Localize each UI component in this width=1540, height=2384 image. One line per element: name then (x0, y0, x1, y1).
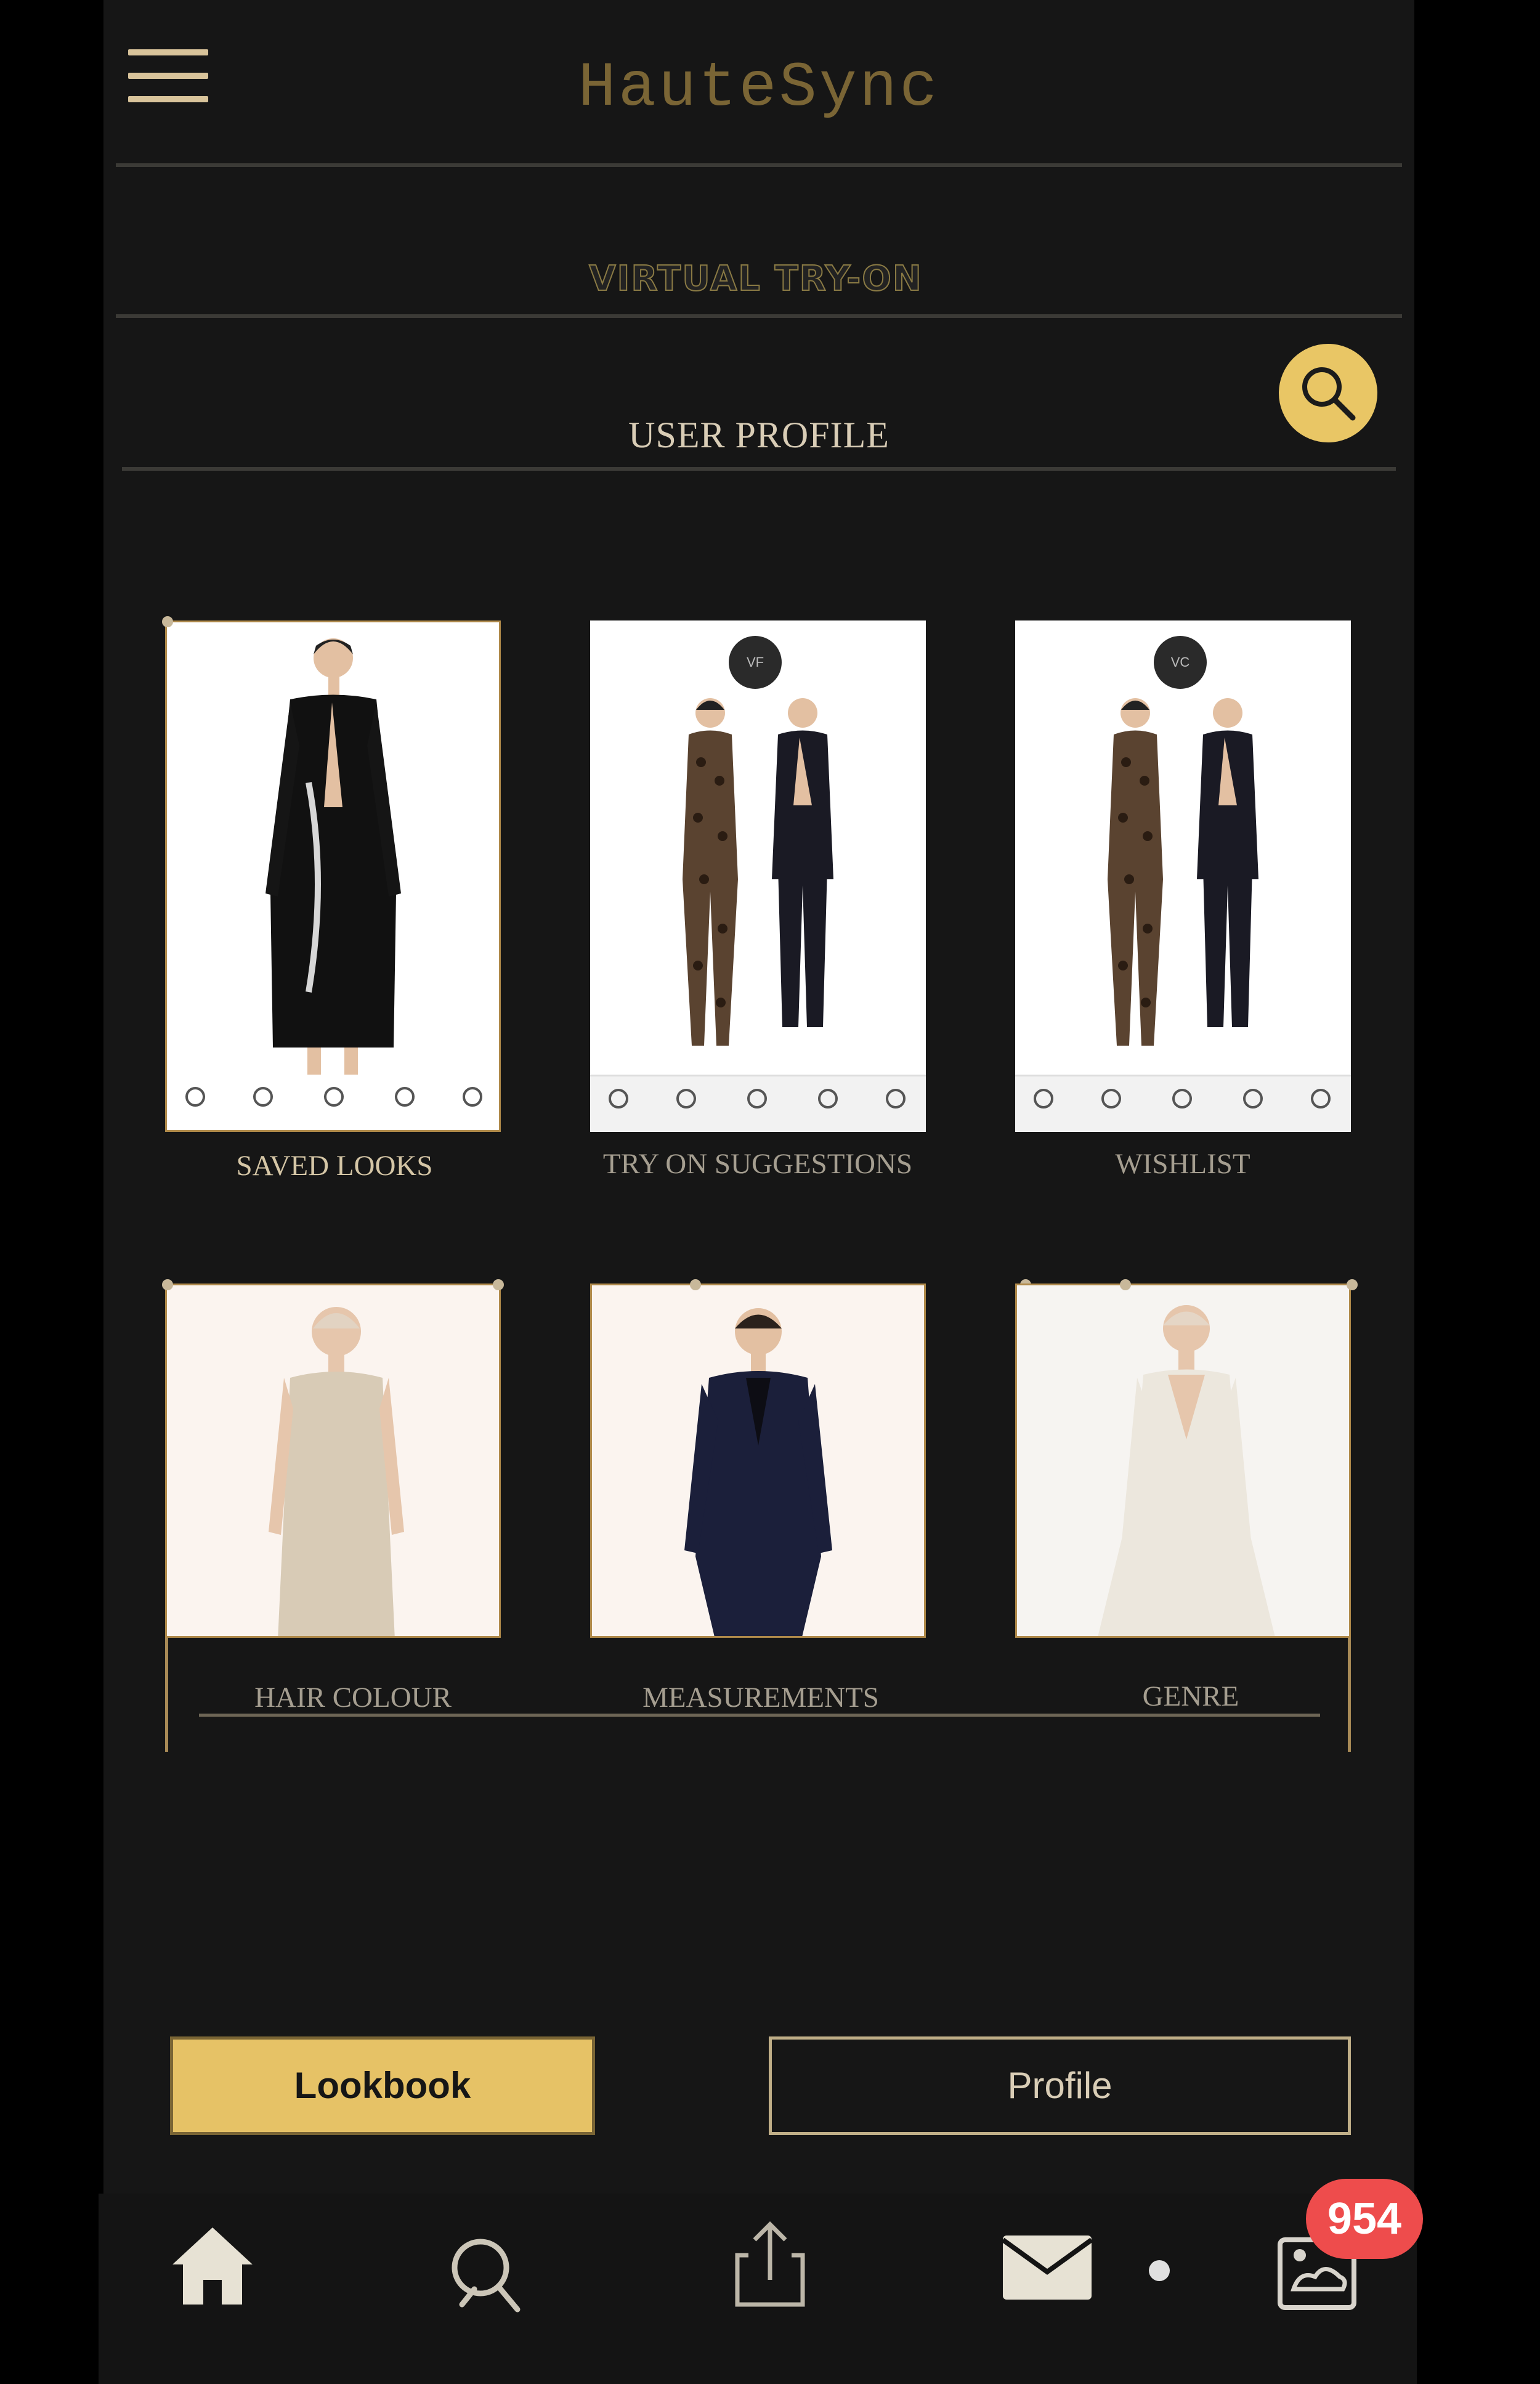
profile-button[interactable]: Profile (769, 2036, 1351, 2135)
notification-badge: 954 (1306, 2179, 1423, 2259)
model-image (269, 1307, 404, 1636)
saved-looks-card[interactable] (165, 620, 501, 1132)
bottom-tab-bar (99, 2194, 1417, 2384)
divider (116, 314, 1402, 318)
search-icon[interactable] (444, 2231, 530, 2320)
thumbnail-nav (167, 1075, 499, 1130)
corner-dot (162, 616, 173, 627)
page-dot (1149, 2260, 1170, 2281)
corner-dot (1347, 1279, 1358, 1290)
corner-dot (690, 1279, 701, 1290)
corner-dot (1120, 1279, 1131, 1290)
share-icon[interactable] (730, 2218, 810, 2314)
app-title: HauteSync (578, 52, 940, 124)
home-icon[interactable] (169, 2224, 256, 2311)
app-screen: HauteSync VIRTUAL TRY-ON USER PROFILE SA… (103, 0, 1414, 2384)
thumbnail-nav (1015, 1075, 1351, 1132)
divider (116, 163, 1402, 167)
measurements-label: MEASUREMENTS (642, 1682, 879, 1714)
corner-dot (493, 1279, 504, 1290)
model-image (683, 698, 833, 1046)
corner-dot (162, 1279, 173, 1290)
hair-colour-label: HAIR COLOUR (254, 1682, 452, 1714)
model-image (684, 1308, 832, 1636)
virtual-try-on-title[interactable]: VIRTUAL TRY-ON (103, 258, 1408, 299)
thumbnail-nav (590, 1075, 926, 1132)
wishlist-label: WISHLIST (1115, 1148, 1250, 1180)
genre-label: GENRE (1142, 1680, 1239, 1712)
model-image (265, 638, 401, 1121)
measurements-card[interactable] (590, 1284, 926, 1638)
user-profile-title: USER PROFILE (628, 415, 890, 455)
divider (122, 467, 1396, 471)
mail-icon[interactable] (1001, 2234, 1093, 2305)
model-image (1098, 1305, 1275, 1636)
try-on-suggestions-card[interactable]: VF (590, 620, 926, 1132)
hair-colour-card[interactable] (165, 1284, 501, 1638)
model-image (1108, 698, 1258, 1046)
saved-looks-label: SAVED LOOKS (236, 1150, 433, 1182)
try-on-suggestions-label: TRY ON SUGGESTIONS (602, 1148, 913, 1180)
wishlist-card[interactable]: VC (1015, 620, 1351, 1132)
lookbook-button[interactable]: Lookbook (170, 2036, 595, 2135)
genre-card[interactable] (1015, 1284, 1351, 1638)
